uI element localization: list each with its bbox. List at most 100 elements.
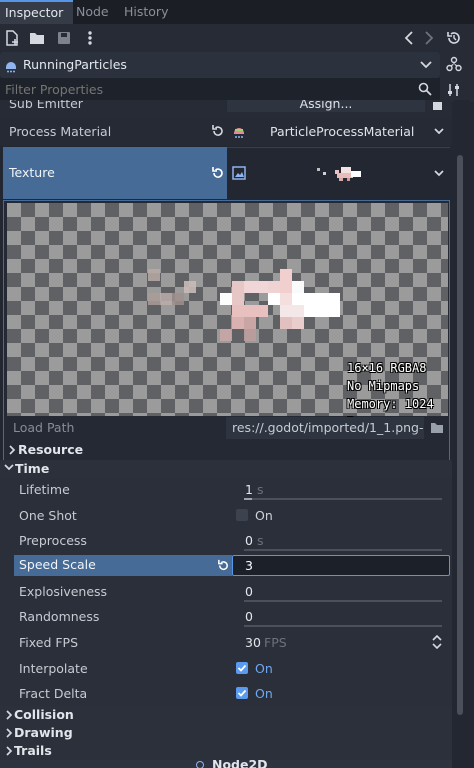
explosiveness-slider[interactable]: 0 (232, 579, 442, 603)
process-material-label: Process Material (9, 124, 112, 139)
collision-section-header[interactable]: Collision (0, 706, 452, 724)
texture-2d-icon (232, 166, 246, 180)
chevron-right-icon (5, 710, 13, 720)
interpolate-label: Interpolate (19, 661, 88, 676)
chevron-down-icon[interactable] (434, 170, 444, 178)
time-section-label: Time (15, 461, 50, 476)
interpolate-row: Interpolate On (0, 656, 452, 681)
interpolate-on-label: On (255, 661, 273, 676)
fract-delta-checkbox[interactable] (236, 687, 248, 699)
collision-section-label: Collision (14, 707, 74, 722)
object-history-icon[interactable] (446, 30, 462, 46)
lifetime-label: Lifetime (19, 482, 70, 497)
load-path-label: Load Path (13, 420, 75, 435)
new-resource-icon[interactable] (4, 30, 20, 46)
speed-scale-field[interactable]: 3 (232, 555, 450, 576)
lifetime-value: 1 (245, 482, 253, 497)
revert-icon[interactable] (211, 124, 225, 138)
chevron-right-icon (8, 445, 16, 455)
time-properties-group: Lifetime 1 s One Shot On Preprocess 0 s (0, 478, 452, 706)
one-shot-checkbox[interactable] (236, 509, 248, 521)
fract-delta-label: Fract Delta (19, 686, 88, 701)
texture-row-label-cell[interactable]: Texture (3, 147, 227, 199)
more-options-icon[interactable] (85, 30, 95, 46)
texture-thumbnail (315, 164, 363, 184)
time-section-header[interactable]: Time (0, 460, 452, 478)
texture-sub-inspector: 16×16 RGBA8 No Mipmaps Memory: 1024 B Lo… (3, 200, 450, 462)
gpu-particles-2d-icon (4, 57, 18, 73)
filter-properties-bar (0, 78, 440, 100)
node-selector[interactable]: RunningParticles (0, 52, 440, 78)
trails-section-header[interactable]: Trails (0, 742, 452, 760)
texture-label: Texture (9, 165, 55, 180)
fract-delta-on-label: On (255, 686, 273, 701)
spin-up-down-icon[interactable] (432, 635, 442, 649)
one-shot-row: One Shot On (0, 503, 452, 528)
drawing-section-label: Drawing (14, 725, 73, 740)
chevron-down-icon[interactable] (420, 60, 432, 70)
sub-emitter-row: Sub Emitter Assign... (0, 100, 452, 118)
speed-scale-label: Speed Scale (19, 557, 96, 572)
inspector-scrollbar-thumb[interactable] (457, 155, 463, 715)
preprocess-unit: s (257, 533, 264, 548)
randomness-row: Randomness 0 (0, 605, 452, 630)
chevron-down-icon (4, 464, 14, 472)
tab-node[interactable]: Node (76, 0, 109, 24)
load-path-field[interactable]: res://.godot/imported/1_1.png-a3 (226, 417, 424, 439)
one-shot-on-label: On (255, 508, 273, 523)
preprocess-slider[interactable]: 0 s (232, 528, 442, 552)
sub-emitter-label: Sub Emitter (9, 100, 83, 111)
save-icon[interactable] (56, 30, 72, 46)
preprocess-label: Preprocess (19, 533, 87, 548)
fixed-fps-unit: FPS (264, 635, 287, 650)
explosiveness-row: Explosiveness 0 (0, 579, 452, 604)
node-tools-column (440, 52, 474, 102)
tools-settings-icon[interactable] (446, 82, 462, 98)
sub-emitter-assign-button[interactable]: Assign... (227, 100, 425, 112)
node-tree-icon[interactable] (446, 56, 462, 72)
interpolate-checkbox[interactable] (236, 662, 248, 674)
folder-icon[interactable] (430, 422, 444, 434)
lifetime-slider-fill (244, 498, 252, 500)
trails-section-label: Trails (14, 743, 52, 758)
process-material-value[interactable]: ParticleProcessMaterial (270, 124, 414, 139)
search-icon (418, 82, 432, 96)
fract-delta-row: Fract Delta On (0, 681, 452, 706)
process-material-row: Process Material ParticleProcessMaterial (0, 118, 452, 146)
revert-icon[interactable] (217, 559, 230, 572)
sprite-preview-image (148, 269, 340, 341)
lifetime-slider[interactable]: 1 s (232, 478, 442, 502)
history-back-icon[interactable] (404, 31, 414, 45)
filter-properties-input[interactable] (0, 78, 412, 100)
texture-info-format: 16×16 RGBA8 (347, 361, 427, 375)
preprocess-slider-track (244, 549, 442, 551)
drawing-section-header[interactable]: Drawing (0, 724, 452, 742)
resource-section-header[interactable]: Resource (4, 439, 449, 461)
tab-inspector[interactable]: Inspector (0, 0, 73, 26)
one-shot-label: One Shot (19, 508, 77, 523)
tab-history[interactable]: History (124, 0, 168, 24)
chevron-down-icon[interactable] (434, 128, 444, 136)
history-forward-icon[interactable] (424, 31, 434, 45)
preprocess-value: 0 (245, 533, 253, 548)
speed-scale-label-cell[interactable]: Speed Scale (14, 555, 232, 576)
revert-icon[interactable] (211, 166, 225, 180)
node2d-icon (196, 761, 204, 768)
texture-info-mipmaps: No Mipmaps (347, 379, 420, 393)
texture-resource-picker[interactable] (227, 147, 450, 199)
lifetime-row: Lifetime 1 s (0, 478, 452, 503)
node-name: RunningParticles (23, 57, 127, 72)
sub-emitter-menu-icon[interactable] (433, 102, 442, 110)
node2d-class-header[interactable]: Node2D (0, 760, 452, 768)
preprocess-row: Preprocess 0 s (0, 528, 452, 553)
open-folder-icon[interactable] (29, 30, 45, 46)
randomness-slider[interactable]: 0 (232, 605, 442, 629)
resource-section-label: Resource (18, 442, 84, 457)
dock-tab-bar: Inspector Node History (0, 0, 474, 26)
speed-scale-value: 3 (245, 558, 253, 573)
explosiveness-value: 0 (245, 584, 253, 599)
fixed-fps-spinbox[interactable]: 30 FPS (232, 630, 447, 654)
node2d-class-label: Node2D (212, 760, 268, 768)
randomness-label: Randomness (19, 609, 100, 624)
fixed-fps-row: Fixed FPS 30 FPS (0, 630, 452, 655)
